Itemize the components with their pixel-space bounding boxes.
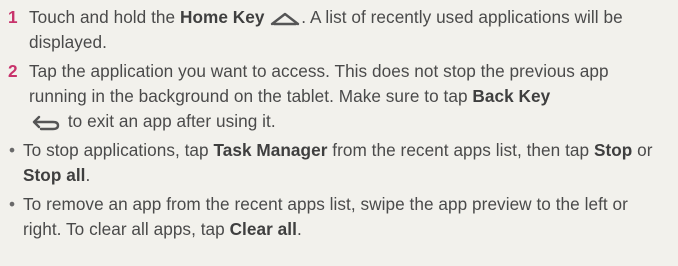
home-key-label: Home Key bbox=[179, 7, 265, 27]
task-manager-label: Task Manager bbox=[213, 140, 328, 160]
step-1: 1 Touch and hold the Home Key . A list o… bbox=[7, 5, 670, 55]
bullet-remove-apps: • To remove an app from the recent apps … bbox=[7, 192, 670, 242]
step-2-text-b: to exit an app after using it. bbox=[63, 111, 276, 131]
bullet-1-text-c: or bbox=[632, 140, 653, 160]
back-key-label: Back Key bbox=[472, 86, 551, 106]
bullet-stop-apps: • To stop applications, tap Task Manager… bbox=[7, 138, 670, 188]
home-key-icon bbox=[269, 9, 301, 27]
step-2: 2 Tap the application you want to access… bbox=[7, 59, 670, 134]
bullet-2-text-a: To remove an app from the recent apps li… bbox=[23, 194, 628, 239]
clear-all-label: Clear all bbox=[229, 219, 297, 239]
stop-all-label: Stop all bbox=[23, 165, 86, 185]
step-1-text-a: Touch and hold the bbox=[29, 7, 180, 27]
bullet-1-text-a: To stop applications, tap bbox=[23, 140, 214, 160]
bullet-1-text-b: from the recent apps list, then tap bbox=[327, 140, 594, 160]
bullet-marker: • bbox=[9, 140, 16, 160]
stop-label: Stop bbox=[593, 140, 633, 160]
step-number-2: 2 bbox=[8, 61, 18, 81]
step-number-1: 1 bbox=[8, 7, 18, 27]
bullet-marker: • bbox=[9, 194, 16, 214]
instruction-document: 1 Touch and hold the Home Key . A list o… bbox=[0, 0, 678, 266]
bullet-1-text-d: . bbox=[85, 165, 91, 185]
back-key-icon bbox=[29, 113, 63, 131]
bullet-2-text-b: . bbox=[296, 219, 302, 239]
